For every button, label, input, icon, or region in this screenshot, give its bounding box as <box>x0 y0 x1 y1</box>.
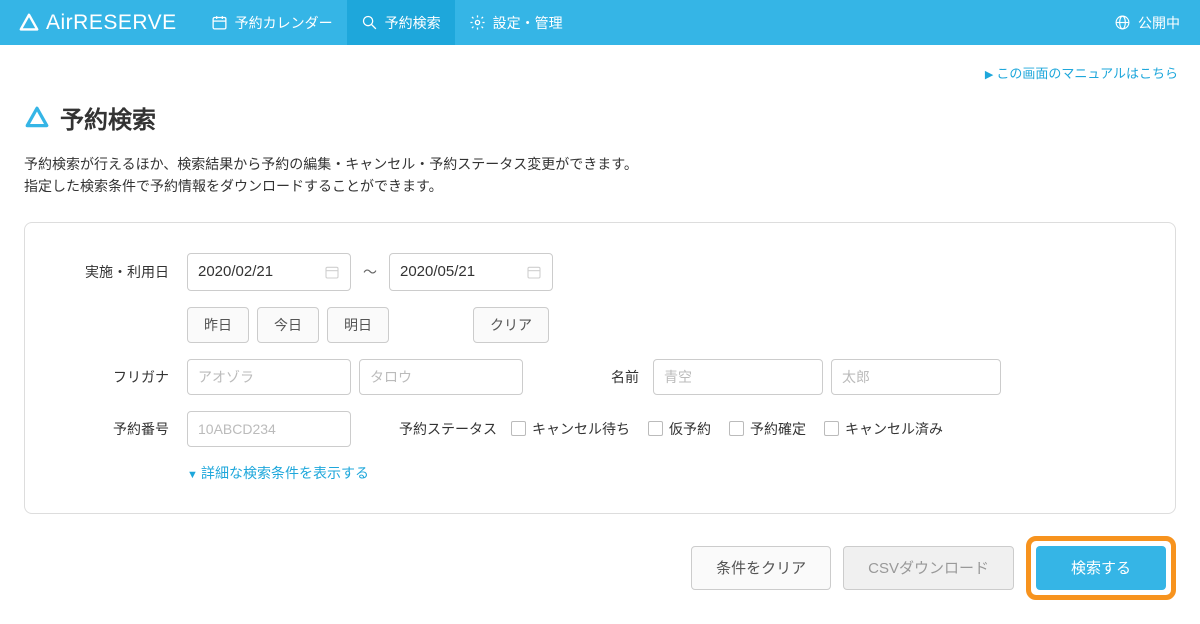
search-panel: 実施・利用日 2020/02/21 〜 2020/05/21 昨日 今日 明日 … <box>24 222 1176 514</box>
furigana-mei-input[interactable] <box>359 359 523 395</box>
manual-link-wrap: この画面のマニュアルはこちら <box>0 45 1200 82</box>
name-sei-input[interactable] <box>653 359 823 395</box>
today-button[interactable]: 今日 <box>257 307 319 343</box>
furigana-sei-input[interactable] <box>187 359 351 395</box>
date-to-input[interactable]: 2020/05/21 <box>389 253 553 291</box>
tomorrow-button[interactable]: 明日 <box>327 307 389 343</box>
status-tentative-checkbox[interactable]: 仮予約 <box>648 419 711 439</box>
status-checkbox-group: キャンセル待ち 仮予約 予約確定 キャンセル済み <box>511 419 943 439</box>
date-to-value: 2020/05/21 <box>400 263 475 280</box>
furigana-label: フリガナ <box>59 367 187 387</box>
logo-icon <box>18 12 40 34</box>
page-title: 予約検索 <box>60 100 156 135</box>
nav-label: 設定・管理 <box>493 13 563 33</box>
clear-conditions-button[interactable]: 条件をクリア <box>691 546 831 590</box>
calendar-icon <box>211 14 228 31</box>
date-from-input[interactable]: 2020/02/21 <box>187 253 351 291</box>
search-button[interactable]: 検索する <box>1036 546 1166 590</box>
main-content: 予約検索 予約検索が行えるほか、検索結果から予約の編集・キャンセル・予約ステータ… <box>0 82 1200 624</box>
page-description: 予約検索が行えるほか、検索結果から予約の編集・キャンセル・予約ステータス変更がで… <box>24 153 1176 198</box>
csv-download-button[interactable]: CSVダウンロード <box>843 546 1014 590</box>
nav-search[interactable]: 予約検索 <box>347 0 455 45</box>
desc-line: 予約検索が行えるほか、検索結果から予約の編集・キャンセル・予約ステータス変更がで… <box>24 153 1176 175</box>
logo-text: AirRESERVE <box>46 11 177 35</box>
date-label: 実施・利用日 <box>59 262 187 282</box>
nav-settings[interactable]: 設定・管理 <box>455 0 577 45</box>
resno-input[interactable] <box>187 411 351 447</box>
status-cancelled-checkbox[interactable]: キャンセル済み <box>824 419 943 439</box>
main-nav: 予約カレンダー 予約検索 設定・管理 <box>197 0 577 45</box>
triangle-icon <box>24 105 50 131</box>
globe-icon <box>1114 14 1131 31</box>
resno-label: 予約番号 <box>59 419 187 439</box>
gear-icon <box>469 14 486 31</box>
status-confirmed-checkbox[interactable]: 予約確定 <box>729 419 806 439</box>
date-from-value: 2020/02/21 <box>198 263 273 280</box>
name-mei-input[interactable] <box>831 359 1001 395</box>
nav-label: 予約検索 <box>385 13 441 33</box>
advanced-toggle[interactable]: 詳細な検索条件を表示する <box>59 463 1141 483</box>
name-label: 名前 <box>563 367 653 387</box>
app-header: AirRESERVE 予約カレンダー 予約検索 設定・管理 公開中 <box>0 0 1200 45</box>
date-tilde: 〜 <box>359 262 381 282</box>
nav-calendar[interactable]: 予約カレンダー <box>197 0 347 45</box>
status-label: 予約ステータス <box>391 419 511 439</box>
search-highlight: 検索する <box>1026 536 1176 600</box>
nav-label: 予約カレンダー <box>235 13 333 33</box>
publish-status[interactable]: 公開中 <box>1094 13 1200 33</box>
desc-line: 指定した検索条件で予約情報をダウンロードすることができます。 <box>24 175 1176 197</box>
search-icon <box>361 14 378 31</box>
app-logo[interactable]: AirRESERVE <box>0 11 197 35</box>
status-wait-checkbox[interactable]: キャンセル待ち <box>511 419 630 439</box>
footer-buttons: 条件をクリア CSVダウンロード 検索する <box>24 536 1176 600</box>
page-title-row: 予約検索 <box>24 100 1176 135</box>
yesterday-button[interactable]: 昨日 <box>187 307 249 343</box>
manual-link[interactable]: この画面のマニュアルはこちら <box>985 66 1178 81</box>
calendar-icon <box>526 264 542 280</box>
status-label: 公開中 <box>1138 13 1180 33</box>
calendar-icon <box>324 264 340 280</box>
date-clear-button[interactable]: クリア <box>473 307 549 343</box>
